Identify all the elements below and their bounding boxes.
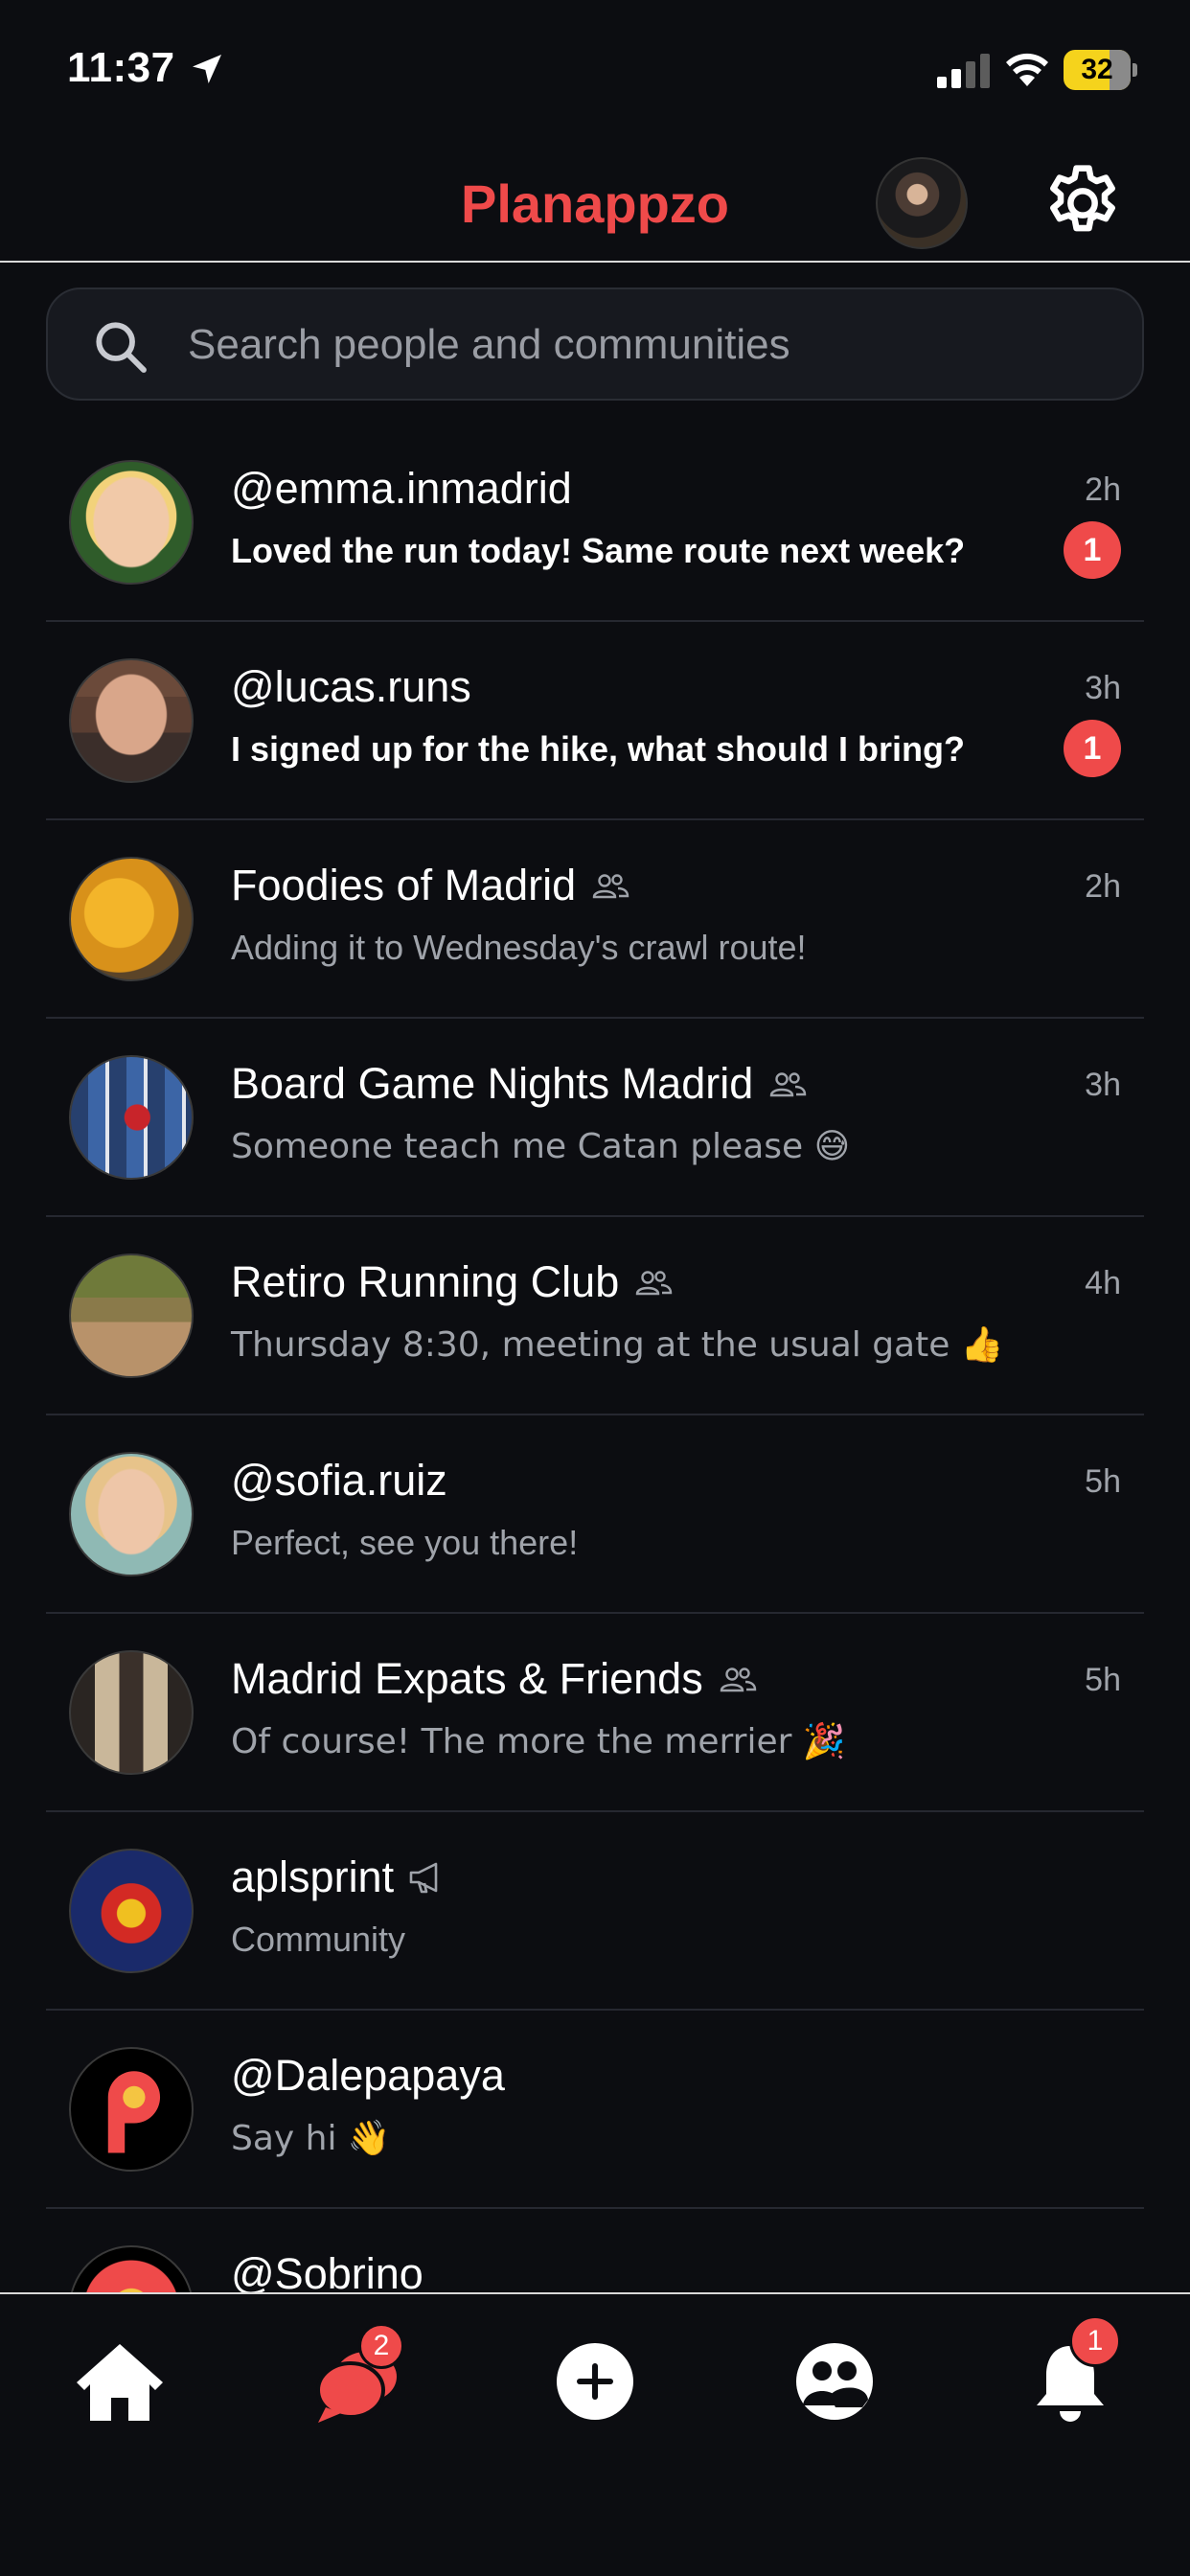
- people-icon: [796, 2343, 873, 2420]
- avatar: [69, 1650, 194, 1775]
- unread-badge: 1: [1064, 720, 1121, 777]
- conversation-preview: Perfect, see you there!: [231, 1523, 579, 1562]
- cellular-signal-icon: [937, 54, 990, 88]
- tab-notifications[interactable]: 1: [1018, 2315, 1123, 2434]
- conversation-time: 2h: [1085, 868, 1121, 905]
- app-header: Planappzo: [0, 144, 1190, 263]
- profile-avatar[interactable]: [876, 157, 968, 249]
- notifications-badge: 1: [1069, 2315, 1121, 2367]
- conversation-name: Board Game Nights Madrid: [231, 1059, 807, 1109]
- avatar: [69, 857, 194, 981]
- chats-badge: 2: [358, 2323, 404, 2369]
- tab-create[interactable]: [542, 2329, 648, 2434]
- group-icon: [720, 1668, 756, 1692]
- avatar: [69, 460, 194, 585]
- conversation-preview: Community: [231, 1920, 406, 1959]
- papaya-logo: [107, 2071, 161, 2153]
- conversation-preview: Say hi 👋: [231, 2119, 391, 2158]
- tab-communities[interactable]: [782, 2329, 887, 2434]
- group-icon: [592, 874, 629, 899]
- conversation-name-text: Foodies of Madrid: [231, 861, 577, 909]
- conversation-time: 5h: [1085, 1463, 1121, 1500]
- unread-badge: 1: [1064, 521, 1121, 579]
- conversation-time: 4h: [1085, 1265, 1121, 1301]
- conversation-name-text: aplsprint: [231, 1852, 395, 1901]
- list-item[interactable]: Foodies of Madrid Adding it to Wednesday…: [46, 820, 1144, 1019]
- conversation-time: 3h: [1085, 670, 1121, 706]
- status-bar: 11:37 32: [0, 0, 1190, 144]
- list-item[interactable]: @Dalepapaya Say hi 👋: [46, 2011, 1144, 2209]
- list-item[interactable]: Board Game Nights Madrid Someone teach m…: [46, 1019, 1144, 1217]
- avatar: [69, 658, 194, 783]
- app-title: Planappzo: [460, 173, 730, 234]
- list-item[interactable]: @sofia.ruiz Perfect, see you there! 5h: [46, 1415, 1144, 1614]
- list-item[interactable]: Retiro Running Club Thursday 8:30, meeti…: [46, 1217, 1144, 1415]
- conversation-name-text: Madrid Expats & Friends: [231, 1654, 703, 1703]
- conversation-name: @lucas.runs: [231, 662, 471, 711]
- conversation-time: 2h: [1085, 472, 1121, 508]
- search-bar[interactable]: [46, 288, 1144, 401]
- tab-home[interactable]: [67, 2329, 172, 2434]
- group-icon: [770, 1072, 807, 1097]
- conversation-preview: Loved the run today! Same route next wee…: [231, 531, 966, 570]
- group-icon: [636, 1271, 673, 1296]
- conversation-preview: Thursday 8:30, meeting at the usual gate…: [231, 1325, 1004, 1365]
- gear-icon[interactable]: [1039, 159, 1127, 247]
- conversation-list[interactable]: @emma.inmadrid Loved the run today! Same…: [0, 424, 1190, 2292]
- conversation-name: @sofia.ruiz: [231, 1456, 447, 1505]
- avatar: [69, 1254, 194, 1378]
- list-item[interactable]: aplsprint Community: [46, 1812, 1144, 2011]
- search-input[interactable]: [188, 318, 1108, 372]
- list-item[interactable]: Madrid Expats & Friends Of course! The m…: [46, 1614, 1144, 1812]
- conversation-name: @Dalepapaya: [231, 2051, 505, 2100]
- conversation-time: 3h: [1085, 1067, 1121, 1103]
- list-item[interactable]: @Sobrino: [46, 2209, 1144, 2292]
- plus-circle-icon: [557, 2343, 633, 2420]
- conversation-name: Madrid Expats & Friends: [231, 1654, 757, 1704]
- wifi-icon: [1006, 53, 1048, 86]
- avatar: [69, 1452, 194, 1576]
- avatar: [69, 2245, 194, 2292]
- avatar: [69, 2047, 194, 2172]
- conversation-name: @emma.inmadrid: [231, 464, 572, 513]
- conversation-name: aplsprint: [231, 1852, 444, 1902]
- status-time: 11:37: [67, 44, 175, 91]
- conversation-time: 5h: [1085, 1662, 1121, 1698]
- list-item[interactable]: @emma.inmadrid Loved the run today! Same…: [46, 424, 1144, 622]
- conversation-preview: Of course! The more the merrier 🎉: [231, 1722, 846, 1761]
- conversation-preview: Someone teach me Catan please 😅: [231, 1127, 851, 1166]
- location-arrow-icon: [193, 55, 221, 83]
- avatar: [69, 1055, 194, 1180]
- list-item[interactable]: @lucas.runs I signed up for the hike, wh…: [46, 622, 1144, 820]
- avatar: [69, 1849, 194, 1973]
- conversation-name-text: Retiro Running Club: [231, 1257, 620, 1306]
- conversation-preview: Adding it to Wednesday's crawl route!: [231, 928, 807, 967]
- conversation-name-text: Board Game Nights Madrid: [231, 1059, 754, 1108]
- home-icon: [77, 2344, 163, 2421]
- search-icon: [96, 322, 147, 373]
- conversation-preview: I signed up for the hike, what should I …: [231, 729, 966, 769]
- megaphone-icon: [409, 1862, 438, 1894]
- conversation-name: Foodies of Madrid: [231, 861, 629, 910]
- conversation-name: Retiro Running Club: [231, 1257, 673, 1307]
- conversation-name: @Sobrino: [231, 2249, 423, 2292]
- battery-level: 32: [1081, 54, 1113, 85]
- tab-chats[interactable]: 2: [307, 2323, 412, 2434]
- battery-indicator: 32: [1064, 50, 1137, 90]
- bottom-tab-bar: 2 1: [0, 2292, 1190, 2576]
